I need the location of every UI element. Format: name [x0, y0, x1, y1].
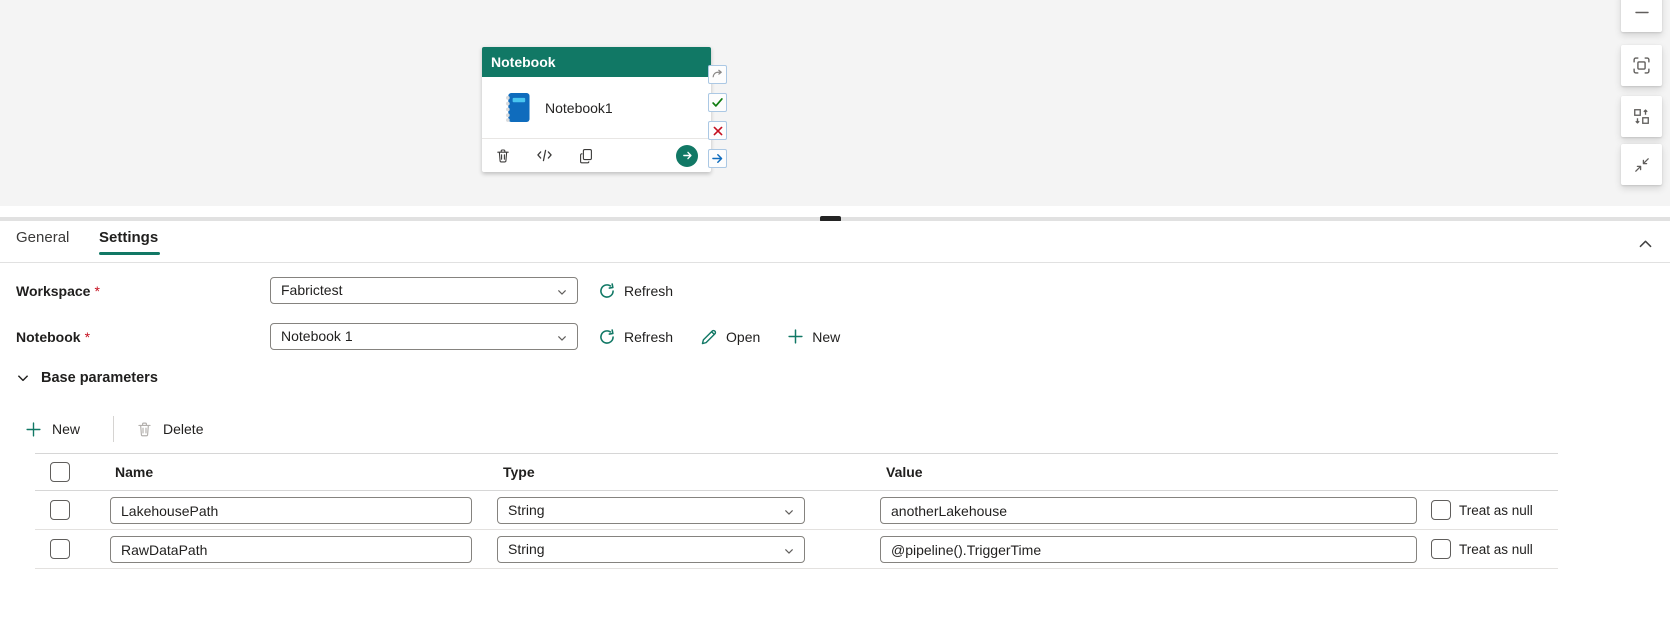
notebook-refresh-button[interactable]: Refresh: [598, 328, 673, 346]
pipeline-canvas[interactable]: Notebook Notebook1: [0, 0, 1670, 206]
notebook-dropdown-value: Notebook 1: [271, 324, 577, 349]
delete-icon: [136, 421, 153, 438]
auto-align-icon: [1632, 107, 1651, 126]
parameter-row: String Treat as null: [35, 491, 1558, 530]
activity-name: Notebook1: [545, 100, 613, 116]
notebook-dropdown[interactable]: Notebook 1: [270, 323, 578, 350]
notebook-actions: Refresh Open New: [598, 323, 840, 350]
base-parameters-section-toggle[interactable]: Base parameters: [16, 370, 158, 386]
on-fail-port-icon[interactable]: [708, 121, 727, 140]
workspace-dropdown-value: Fabrictest: [271, 278, 577, 303]
notebook-new-button[interactable]: New: [787, 328, 840, 345]
activity-ports: [708, 65, 727, 168]
workspace-refresh-button[interactable]: Refresh: [598, 282, 673, 300]
row-checkbox[interactable]: [50, 500, 70, 520]
activity-type-header: Notebook: [482, 47, 711, 77]
zoom-out-button[interactable]: [1621, 0, 1662, 32]
on-skip-port-icon[interactable]: [708, 65, 727, 84]
zoom-out-icon: [1633, 3, 1651, 21]
column-header-name: Name: [115, 464, 153, 480]
notebook-activity-card[interactable]: Notebook Notebook1: [482, 47, 711, 172]
chevron-down-icon: [16, 371, 30, 385]
panel-tabs: General Settings: [0, 221, 1670, 263]
add-next-activity-icon[interactable]: [676, 145, 698, 167]
refresh-icon: [598, 328, 616, 346]
copy-icon[interactable]: [578, 148, 594, 164]
param-type-dropdown[interactable]: String: [497, 497, 805, 524]
delete-icon[interactable]: [495, 148, 511, 164]
refresh-icon: [598, 282, 616, 300]
chevron-up-icon: [1637, 236, 1654, 253]
collapse-button[interactable]: [1621, 144, 1662, 185]
fit-to-screen-icon: [1632, 56, 1651, 75]
parameters-table-header: Name Type Value: [35, 454, 1558, 491]
column-header-value: Value: [886, 464, 923, 480]
select-all-checkbox[interactable]: [50, 462, 70, 482]
notebook-icon: [503, 92, 530, 123]
code-icon[interactable]: [536, 148, 553, 163]
fit-to-screen-button[interactable]: [1621, 45, 1662, 86]
notebook-open-button[interactable]: Open: [700, 328, 760, 346]
row-checkbox[interactable]: [50, 539, 70, 559]
treat-as-null-checkbox[interactable]: [1431, 539, 1451, 559]
plus-icon: [787, 328, 804, 345]
delete-parameter-button[interactable]: Delete: [127, 421, 212, 438]
active-tab-indicator: [99, 252, 160, 255]
required-mark: *: [85, 329, 90, 345]
param-name-input[interactable]: [110, 497, 472, 524]
param-type-dropdown[interactable]: String: [497, 536, 805, 563]
param-name-input[interactable]: [110, 536, 472, 563]
activity-card-footer: [482, 138, 711, 172]
chevron-down-icon: [783, 505, 795, 521]
workspace-actions: Refresh: [598, 277, 673, 304]
notebook-label: Notebook*: [16, 329, 90, 345]
param-value-input[interactable]: [880, 497, 1417, 524]
auto-align-button[interactable]: [1621, 96, 1662, 137]
parameter-row: String Treat as null: [35, 530, 1558, 569]
section-title: Base parameters: [41, 370, 158, 386]
parameters-rows: String Treat as null String Treat as nul…: [35, 491, 1558, 569]
param-type-value: String: [498, 498, 804, 523]
parameters-table: Name Type Value String Treat as null Str…: [35, 453, 1558, 569]
workspace-label: Workspace*: [16, 283, 100, 299]
collapse-icon: [1633, 156, 1651, 174]
treat-as-null-label: Treat as null: [1459, 503, 1533, 518]
workspace-dropdown[interactable]: Fabrictest: [270, 277, 578, 304]
param-type-value: String: [498, 537, 804, 562]
new-parameter-button[interactable]: New: [16, 421, 89, 438]
chevron-down-icon: [556, 285, 568, 301]
tab-settings[interactable]: Settings: [99, 229, 158, 246]
plus-icon: [25, 421, 42, 438]
treat-as-null-checkbox[interactable]: [1431, 500, 1451, 520]
chevron-down-icon: [556, 331, 568, 347]
edit-icon: [700, 328, 718, 346]
on-completion-port-icon[interactable]: [708, 149, 727, 168]
on-success-port-icon[interactable]: [708, 93, 727, 112]
toolbar-divider: [113, 416, 114, 442]
param-value-input[interactable]: [880, 536, 1417, 563]
chevron-down-icon: [783, 544, 795, 560]
pipeline-editor: Notebook Notebook1: [0, 0, 1670, 628]
activity-card-body: Notebook1: [482, 77, 711, 138]
parameters-toolbar: New Delete: [16, 414, 212, 444]
activity-type-label: Notebook: [491, 54, 556, 70]
collapse-panel-button[interactable]: [1634, 233, 1656, 255]
tab-general[interactable]: General: [16, 229, 69, 246]
column-header-type: Type: [503, 464, 535, 480]
treat-as-null-label: Treat as null: [1459, 542, 1533, 557]
required-mark: *: [94, 283, 99, 299]
